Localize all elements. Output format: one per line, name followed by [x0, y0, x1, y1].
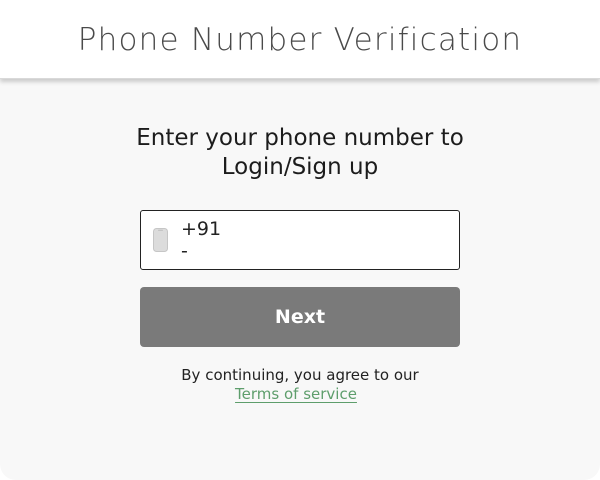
- instruction-line-1: Enter your phone number to: [136, 125, 464, 151]
- terms-notice-text: By continuing, you agree to our: [181, 366, 419, 384]
- terms-notice: By continuing, you agree to our Terms of…: [0, 366, 600, 404]
- terms-of-service-link[interactable]: Terms of service: [235, 385, 357, 403]
- page-title: Phone Number Verification: [77, 22, 523, 58]
- app-header: Phone Number Verification: [0, 0, 600, 79]
- phone-number-input[interactable]: [227, 220, 471, 260]
- phone-number-field[interactable]: +91 -: [140, 210, 471, 270]
- instruction-text: Enter your phone number to Login/Sign up: [0, 124, 600, 182]
- next-button[interactable]: Next: [140, 287, 460, 347]
- instruction-line-2: Login/Sign up: [221, 154, 379, 180]
- mobile-phone-icon: [153, 228, 168, 252]
- verification-screen: Phone Number Verification Enter your pho…: [0, 0, 600, 480]
- country-code-prefix: +91 -: [181, 218, 222, 262]
